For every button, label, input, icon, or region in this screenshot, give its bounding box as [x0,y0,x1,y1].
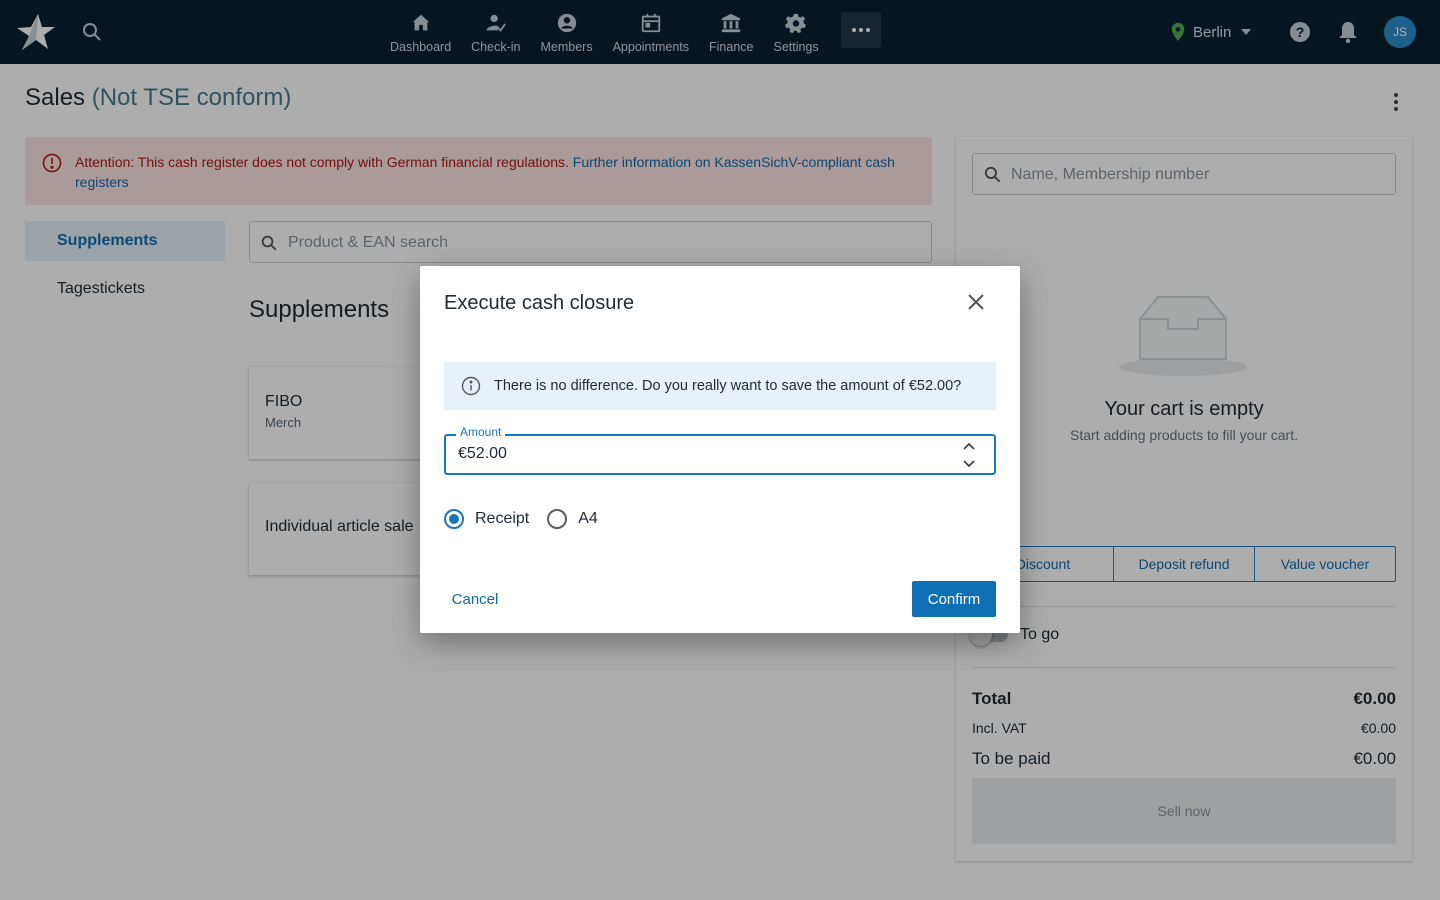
amount-field[interactable]: Amount [444,425,996,475]
info-banner: There is no difference. Do you really wa… [444,362,996,410]
cancel-button[interactable]: Cancel [444,581,506,617]
confirm-button[interactable]: Confirm [912,581,996,617]
radio-selected-indicator [444,509,464,529]
radio-label: Receipt [475,510,530,527]
radio-receipt[interactable]: Receipt [444,509,529,529]
print-format-radio-group: Receipt A4 [444,509,616,529]
amount-input[interactable] [458,445,938,463]
amount-stepper-icon[interactable] [960,439,978,471]
radio-label: A4 [578,510,598,527]
radio-a4[interactable]: A4 [547,509,598,529]
radio-indicator [547,509,568,529]
cash-closure-dialog: Execute cash closure There is no differe… [420,266,1020,633]
info-icon [461,376,481,396]
close-icon[interactable] [965,291,987,313]
amount-label: Amount [456,425,506,439]
info-text: There is no difference. Do you really wa… [494,378,962,394]
dialog-title: Execute cash closure [444,292,635,314]
